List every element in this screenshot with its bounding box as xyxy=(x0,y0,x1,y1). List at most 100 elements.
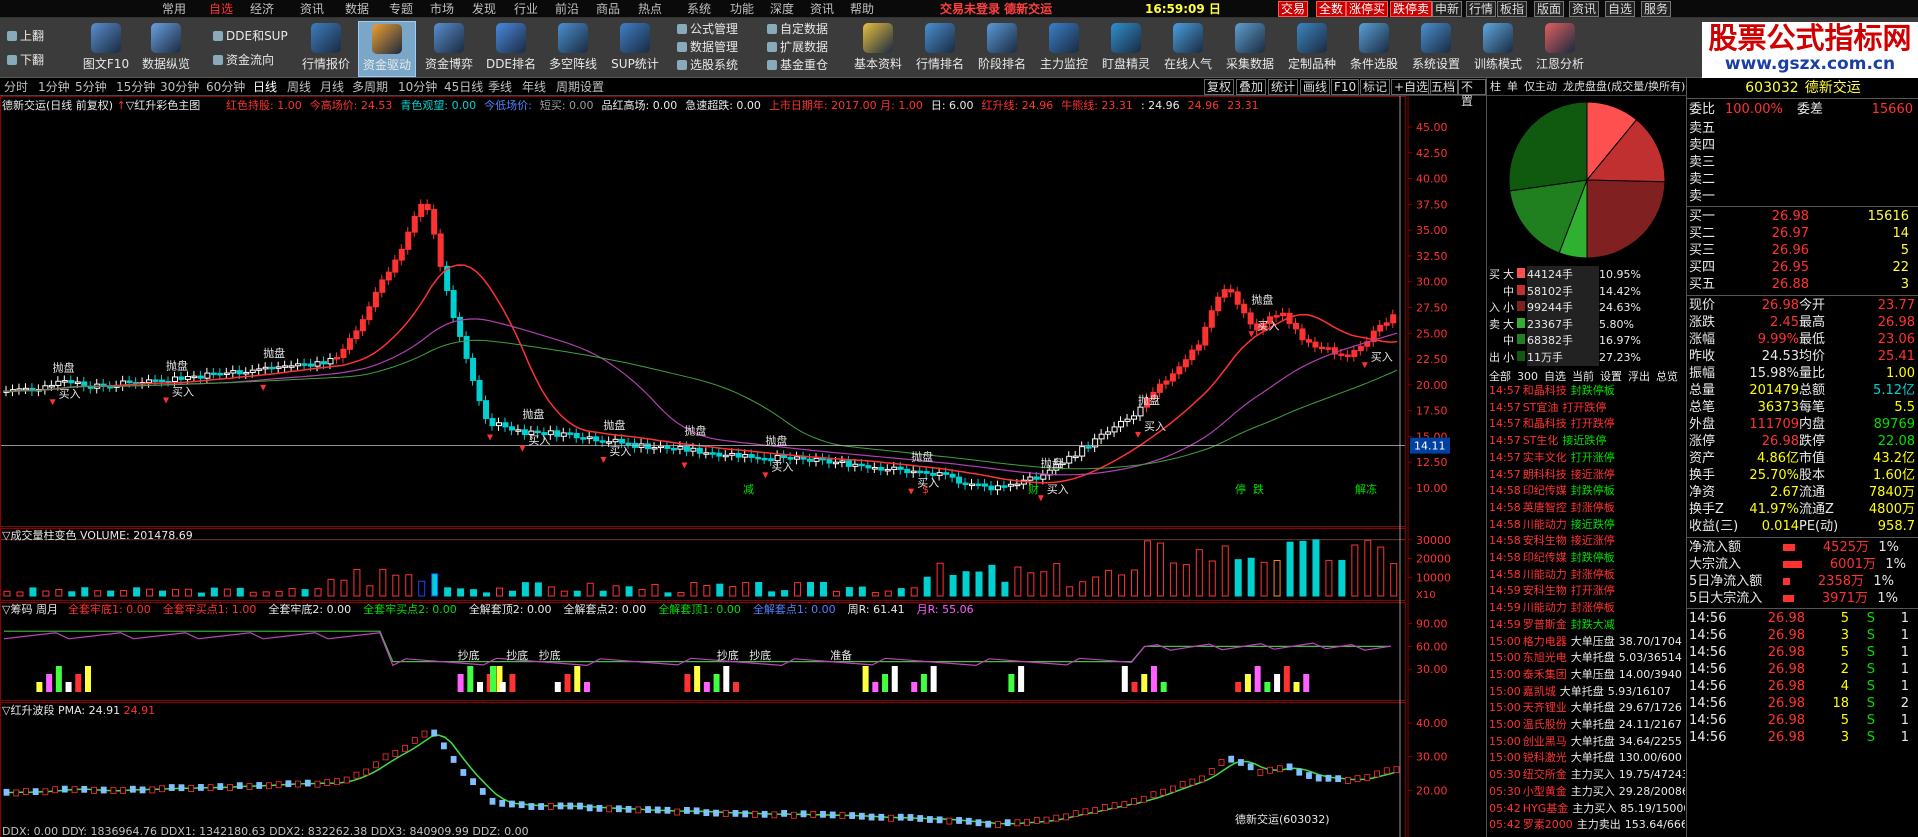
menu-item[interactable]: 帮助 xyxy=(848,1,876,17)
data-manage-button[interactable]: 数据管理 xyxy=(676,39,738,55)
menu-item[interactable]: 数据 xyxy=(343,1,371,17)
chip-indicator-name[interactable]: 筹码 周月 xyxy=(10,603,58,616)
period-tab[interactable]: 30分钟 xyxy=(160,79,199,95)
radar-row[interactable]: 14:58 英唐智控 封涨停板 xyxy=(1489,500,1685,517)
radar-tab[interactable]: 设置 xyxy=(1600,370,1622,383)
fund-flow-button[interactable]: 资金流向 xyxy=(212,52,274,68)
stock-select-button[interactable]: 选股系统 xyxy=(676,57,738,73)
moneyflow-tab[interactable]: 柱 xyxy=(1490,80,1501,93)
menu-item[interactable]: 市场 xyxy=(428,1,456,17)
radar-row[interactable]: 14:58 川能动力 接近跌停 xyxy=(1489,517,1685,534)
top-right-button[interactable]: 资讯 xyxy=(1569,1,1600,17)
toolbar-button[interactable]: 资金驱动 xyxy=(358,21,416,77)
event-marker[interactable]: 停 xyxy=(1235,482,1246,496)
radar-row[interactable]: 15:00 嘉凯城 大单托盘 5.93/16107 xyxy=(1489,684,1685,701)
radar-row[interactable]: 05:30 小型黄金 主力买入 29.28/20086 xyxy=(1489,784,1685,801)
moneyflow-tab[interactable]: 龙虎盘盘(成交量/换所有) xyxy=(1563,80,1685,93)
chart-tool-button[interactable]: +自选 xyxy=(1391,79,1432,95)
top-right-button[interactable]: 申新 xyxy=(1432,1,1463,17)
top-right-button[interactable]: 版面 xyxy=(1534,1,1565,17)
radar-row[interactable]: 14:57 ST宜油 打开跌停 xyxy=(1489,400,1685,417)
radar-row[interactable]: 14:57 实丰文化 打开涨停 xyxy=(1489,450,1685,467)
extend-data-button[interactable]: 扩展数据 xyxy=(766,39,828,55)
menu-item[interactable]: 资讯 xyxy=(808,1,836,17)
menu-item[interactable]: 专题 xyxy=(387,1,415,17)
chart-tool-button[interactable]: 统计 xyxy=(1268,79,1299,95)
menu-item[interactable]: 资讯 xyxy=(298,1,326,17)
toolbar-button[interactable]: 阶段排名 xyxy=(972,21,1032,77)
menu-item[interactable]: 自选 xyxy=(207,1,235,17)
toolbar-button[interactable]: 采集数据 xyxy=(1220,21,1280,77)
formula-manage-button[interactable]: 公式管理 xyxy=(676,21,738,37)
menu-item[interactable]: 经济 xyxy=(248,1,276,17)
toolbar-button[interactable]: 江恩分析 xyxy=(1530,21,1590,77)
chart-tool-button[interactable]: 五档 xyxy=(1428,79,1459,95)
radar-row[interactable]: 14:58 安科生物 接近涨停 xyxy=(1489,533,1685,550)
radar-row[interactable]: 15:00 锐科激光 大单托盘 130.00/600 xyxy=(1489,750,1685,767)
toolbar-button[interactable]: 基本资料 xyxy=(848,21,908,77)
top-right-button[interactable]: 板指 xyxy=(1497,1,1528,17)
radar-tab[interactable]: 自选 xyxy=(1544,370,1566,383)
radar-tab[interactable]: 当前 xyxy=(1572,370,1594,383)
dde-sup-button[interactable]: DDE和SUP xyxy=(212,28,288,44)
event-marker[interactable]: 财 xyxy=(1028,482,1039,496)
toolbar-button[interactable]: 数据纵览 xyxy=(137,21,195,77)
toolbar-button[interactable]: 盯盘精灵 xyxy=(1096,21,1156,77)
toolbar-button[interactable]: 条件选股 xyxy=(1344,21,1404,77)
top-right-button[interactable]: 跌停卖 xyxy=(1390,1,1433,17)
moneyflow-tab[interactable]: 单 xyxy=(1507,80,1518,93)
period-tab[interactable]: 周线 xyxy=(287,79,311,95)
radar-tab[interactable]: 全部 xyxy=(1489,370,1511,383)
event-marker[interactable]: 减 xyxy=(743,483,754,496)
menu-item[interactable]: 常用 xyxy=(160,1,188,17)
toolbar-button[interactable]: 系统设置 xyxy=(1406,21,1466,77)
period-tab[interactable]: 45日线 xyxy=(444,79,483,95)
kline-chart-area[interactable]: 45.00 42.50 40.00 37.50 35.00 32.50 30.00 27.50… xyxy=(0,96,1486,837)
period-tab[interactable]: 60分钟 xyxy=(206,79,245,95)
chart-tool-button[interactable]: 叠加 xyxy=(1236,79,1267,95)
top-right-button[interactable]: 服务 xyxy=(1641,1,1672,17)
radar-row[interactable]: 15:00 泰禾集团 大单压盘 14.00/3940 xyxy=(1489,667,1685,684)
toolbar-button[interactable]: 训练模式 xyxy=(1468,21,1528,77)
radar-row[interactable]: 15:00 格力电器 大单压盘 38.70/1704 xyxy=(1489,634,1685,651)
radar-row[interactable]: 14:58 印纪传媒 封跌停板 xyxy=(1489,550,1685,567)
period-tab[interactable]: 周期设置 xyxy=(556,79,604,95)
menu-item[interactable]: 功能 xyxy=(728,1,756,17)
radar-row[interactable]: 14:57 朗科科技 接近涨停 xyxy=(1489,467,1685,484)
period-tab[interactable]: 年线 xyxy=(522,79,546,95)
toolbar-button[interactable]: 资金博弈 xyxy=(420,21,478,77)
toolbar-button[interactable]: 定制品种 xyxy=(1282,21,1342,77)
period-tab[interactable]: 日线 xyxy=(253,79,277,95)
menu-item[interactable]: 发现 xyxy=(470,1,498,17)
radar-row[interactable]: 15:00 天齐锂业 大单托盘 29.67/1726 xyxy=(1489,700,1685,717)
top-right-button[interactable]: 行情 xyxy=(1466,1,1497,17)
menu-item[interactable]: 深度 xyxy=(768,1,796,17)
toolbar-button[interactable]: SUP统计 xyxy=(606,21,664,77)
top-right-button[interactable]: 交易 xyxy=(1278,1,1309,17)
radar-row[interactable]: 14:57 ST生化 接近跌停 xyxy=(1489,433,1685,450)
period-tab[interactable]: 5分钟 xyxy=(75,79,107,95)
radar-row[interactable]: 15:00 创业黑马 大单托盘 34.64/2255 xyxy=(1489,734,1685,751)
radar-row[interactable]: 14:59 川能动力 封涨停板 xyxy=(1489,600,1685,617)
period-tab[interactable]: 15分钟 xyxy=(116,79,155,95)
radar-row[interactable]: 05:30 纽交所金 主力买入 19.75/47243 xyxy=(1489,767,1685,784)
chart-tool-button[interactable]: F10 xyxy=(1331,79,1360,95)
wave-indicator-name[interactable]: 红升波段 xyxy=(10,704,54,717)
menu-item[interactable]: 前沿 xyxy=(553,1,581,17)
menu-item[interactable]: 商品 xyxy=(594,1,622,17)
toolbar-button[interactable]: 图文F10 xyxy=(77,21,135,77)
menu-item[interactable]: 行业 xyxy=(512,1,540,17)
radar-row[interactable]: 14:57 和晶科技 打开跌停 xyxy=(1489,416,1685,433)
radar-row[interactable]: 15:00 东旭光电 大单托盘 5.03/36514 xyxy=(1489,650,1685,667)
radar-row[interactable]: 05:42罗素2000主力卖出153.64/6661 xyxy=(1489,817,1685,834)
moneyflow-tab[interactable]: 仅主动 xyxy=(1524,80,1557,93)
chart-tool-button[interactable]: 标记 xyxy=(1360,79,1391,95)
radar-row[interactable]: 14:58 川能动力 封涨停板 xyxy=(1489,567,1685,584)
chart-tool-button[interactable]: 不置 xyxy=(1458,79,1486,108)
period-tab[interactable]: 1分钟 xyxy=(38,79,70,95)
menu-item[interactable]: 热点 xyxy=(636,1,664,17)
radar-row[interactable]: 05:42 HYG基金 主力买入 85.19/15000 xyxy=(1489,801,1685,818)
period-tab[interactable]: 季线 xyxy=(488,79,512,95)
event-marker[interactable]: $ xyxy=(922,483,929,496)
chart-tool-button[interactable]: 复权 xyxy=(1204,79,1235,95)
